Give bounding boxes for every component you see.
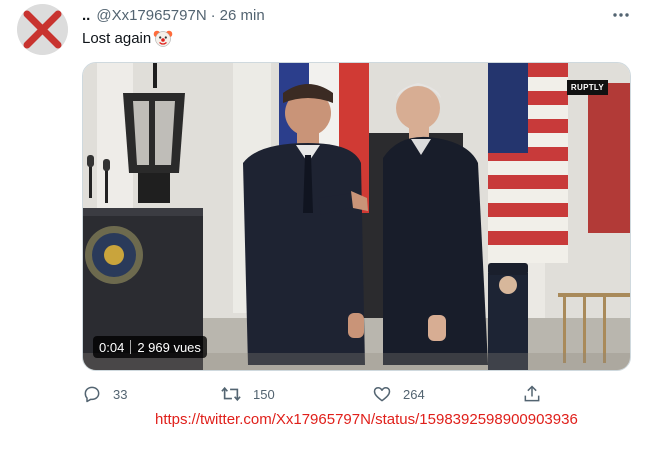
tweet-body: Lost again xyxy=(82,29,152,47)
video-view-count: 2 969 vues xyxy=(137,339,201,355)
display-name[interactable]: .. xyxy=(82,7,90,24)
video-timestamp: 0:04 xyxy=(99,339,125,355)
clown-face-icon xyxy=(153,28,173,48)
reply-count: 33 xyxy=(113,386,128,402)
timestamp[interactable]: 26 min xyxy=(220,7,265,24)
video-info-overlay: 0:04 2 969 vues xyxy=(93,336,207,358)
tweet-text: Lost again xyxy=(82,28,173,48)
more-horizontal-icon xyxy=(613,13,629,17)
video-watermark: RUPTLY xyxy=(566,80,608,95)
tweet-actions: 33 150 264 xyxy=(82,382,552,406)
retweet-button[interactable]: 150 xyxy=(220,382,275,406)
like-button[interactable]: 264 xyxy=(372,382,425,406)
user-handle[interactable]: @Xx17965797N xyxy=(96,7,206,24)
like-count: 264 xyxy=(403,386,425,402)
source-url[interactable]: https://twitter.com/Xx17965797N/status/1… xyxy=(155,411,578,428)
avatar[interactable] xyxy=(17,4,68,55)
retweet-count: 150 xyxy=(253,386,275,402)
share-icon xyxy=(524,385,540,402)
more-options-button[interactable] xyxy=(611,5,631,25)
separator-dot: · xyxy=(210,6,216,24)
share-button[interactable] xyxy=(522,382,542,406)
video-frame xyxy=(83,63,630,370)
avatar-x-icon xyxy=(17,4,68,55)
heart-icon xyxy=(373,387,391,402)
reply-button[interactable]: 33 xyxy=(82,382,127,406)
retweet-icon xyxy=(221,386,241,402)
reply-icon xyxy=(84,386,100,403)
tweet-header: .. @Xx17965797N · 26 min xyxy=(82,5,265,25)
video-player[interactable]: RUPTLY 0:04 2 969 vues xyxy=(82,62,631,371)
